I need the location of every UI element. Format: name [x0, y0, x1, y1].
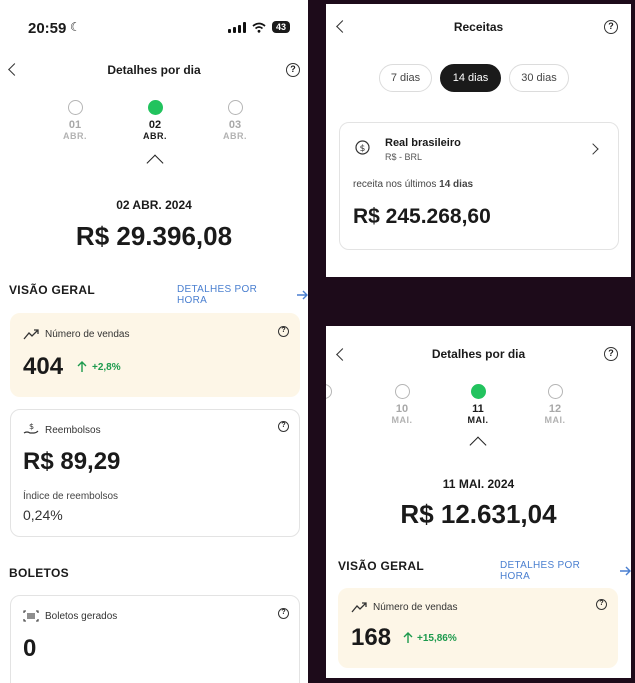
day-radio-icon	[394, 384, 410, 399]
trend-icon	[23, 329, 39, 340]
page-title: Detalhes por dia	[107, 63, 201, 77]
sales-count-value: 168	[351, 624, 392, 651]
currency-name: Real brasileiro	[385, 137, 461, 149]
hourly-details-link[interactable]: DETALHES POR HORA	[177, 284, 308, 306]
help-icon[interactable]: ?	[596, 599, 607, 610]
signal-icon	[227, 21, 246, 33]
refunds-label: Reembolsos	[45, 425, 101, 436]
overview-title: VISÃO GERAL	[9, 283, 95, 297]
currency-revenue-card[interactable]: $ Real brasileiro R$ - BRL receita nos ú…	[339, 122, 619, 250]
revenue-caption-prefix: receita nos últimos	[353, 179, 437, 190]
help-icon[interactable]: ?	[278, 608, 289, 619]
barcode-icon	[23, 610, 39, 622]
day-radio-icon	[67, 100, 83, 115]
status-time: 20:59	[28, 20, 67, 37]
refund-icon: $	[23, 422, 39, 434]
day-total-amount: R$ 12.631,04	[400, 499, 557, 529]
sales-count-card: Número de vendas ? 404 +2,8%	[10, 313, 300, 397]
page-title: Detalhes por dia	[431, 347, 526, 361]
day-month: MAI.	[544, 415, 566, 425]
hourly-details-label: DETALHES POR HORA	[500, 560, 581, 582]
period-14-days[interactable]: 14 dias	[440, 64, 501, 92]
day-number: 01	[68, 119, 82, 131]
day-radio-icon	[547, 384, 563, 399]
day-number: 02	[148, 119, 162, 131]
sales-count-label: Número de vendas	[45, 329, 130, 340]
moon-icon: ☾	[70, 20, 81, 34]
day-partial-prev[interactable]	[0, 100, 3, 119]
day-item-selected[interactable]: 11 MAI.	[453, 384, 503, 425]
battery-icon: 43	[271, 21, 290, 33]
trend-icon	[351, 602, 367, 613]
arrow-right-icon	[297, 290, 308, 300]
period-7-days[interactable]: 7 dias	[379, 64, 432, 92]
day-month: ABR.	[143, 131, 167, 141]
currency-code: R$ - BRL	[385, 152, 423, 162]
selection-caret-icon	[469, 436, 487, 454]
selected-date: 11 MAI. 2024	[442, 477, 515, 491]
day-month: MAI.	[467, 415, 489, 425]
revenue-caption: receita nos últimos 14 dias	[353, 179, 473, 190]
day-number: 12	[548, 403, 562, 415]
daily-details-screen-may: Detalhes por dia ? 10 MAI. 11 MAI. 12 MA…	[326, 326, 631, 678]
day-number: 03	[228, 119, 242, 131]
boletos-label: Boletos gerados	[45, 611, 118, 622]
help-icon[interactable]: ?	[286, 63, 300, 77]
day-month: MAI.	[391, 415, 413, 425]
currency-icon: $	[355, 140, 370, 155]
day-month: ABR.	[223, 131, 247, 141]
arrow-up-icon	[403, 632, 413, 643]
page-title: Receitas	[453, 20, 504, 34]
refunds-card: $ Reembolsos ? R$ 89,29 Índice de reembo…	[10, 409, 300, 537]
wifi-icon	[252, 22, 266, 33]
revenue-caption-period: 14 dias	[439, 179, 474, 190]
period-30-days[interactable]: 30 dias	[509, 64, 569, 92]
boletos-value: 0	[23, 635, 37, 662]
refund-rate-label: Índice de reembolsos	[23, 491, 119, 502]
day-selected-dot-icon	[147, 100, 163, 115]
day-number: 11	[472, 403, 484, 415]
arrow-up-icon	[77, 361, 87, 372]
day-total-amount: R$ 29.396,08	[75, 221, 233, 251]
revenue-screen: Receitas ? 7 dias 14 dias 30 dias $ Real…	[326, 4, 631, 277]
help-icon[interactable]: ?	[278, 326, 289, 337]
selection-caret-icon	[146, 154, 164, 172]
overview-title: VISÃO GERAL	[338, 559, 424, 573]
day-item[interactable]: 12 MAI.	[530, 384, 580, 425]
sales-delta: +15,86%	[417, 633, 457, 644]
day-item-selected[interactable]: 02 ABR.	[130, 100, 180, 141]
daily-details-screen-april: 20:59 ☾ 43 Detalhes por dia ? 01 ABR. 02…	[0, 0, 308, 683]
refunds-value: R$ 89,29	[23, 448, 121, 475]
svg-text:$: $	[29, 422, 34, 431]
day-item[interactable]: 03 ABR.	[210, 100, 260, 141]
revenue-value: R$ 245.268,60	[353, 205, 491, 228]
day-radio-icon	[227, 100, 243, 115]
refund-rate-value: 0,24%	[23, 507, 63, 523]
status-icons: 43	[227, 21, 290, 33]
selected-date: 02 ABR. 2024	[116, 198, 192, 212]
sales-count-label: Número de vendas	[373, 602, 458, 613]
day-month: ABR.	[63, 131, 87, 141]
day-number: 10	[395, 403, 409, 415]
day-partial-prev[interactable]	[326, 384, 349, 403]
help-icon[interactable]: ?	[278, 421, 289, 432]
help-icon[interactable]: ?	[604, 20, 618, 34]
day-selected-dot-icon	[470, 384, 486, 399]
chevron-right-icon	[587, 143, 599, 155]
day-item[interactable]: 10 MAI.	[377, 384, 427, 425]
sales-count-value: 404	[23, 353, 64, 380]
sales-count-card: Número de vendas ? 168 +15,86%	[338, 588, 618, 668]
boletos-title: BOLETOS	[9, 566, 69, 580]
svg-text:$: $	[360, 144, 366, 154]
boletos-card: Boletos gerados ? 0	[10, 595, 300, 683]
day-item[interactable]: 01 ABR.	[50, 100, 100, 141]
arrow-right-icon	[620, 566, 631, 576]
help-icon[interactable]: ?	[604, 347, 618, 361]
sales-delta: +2,8%	[92, 362, 121, 373]
hourly-details-label: DETALHES POR HORA	[177, 284, 258, 306]
hourly-details-link[interactable]: DETALHES POR HORA	[500, 560, 631, 582]
